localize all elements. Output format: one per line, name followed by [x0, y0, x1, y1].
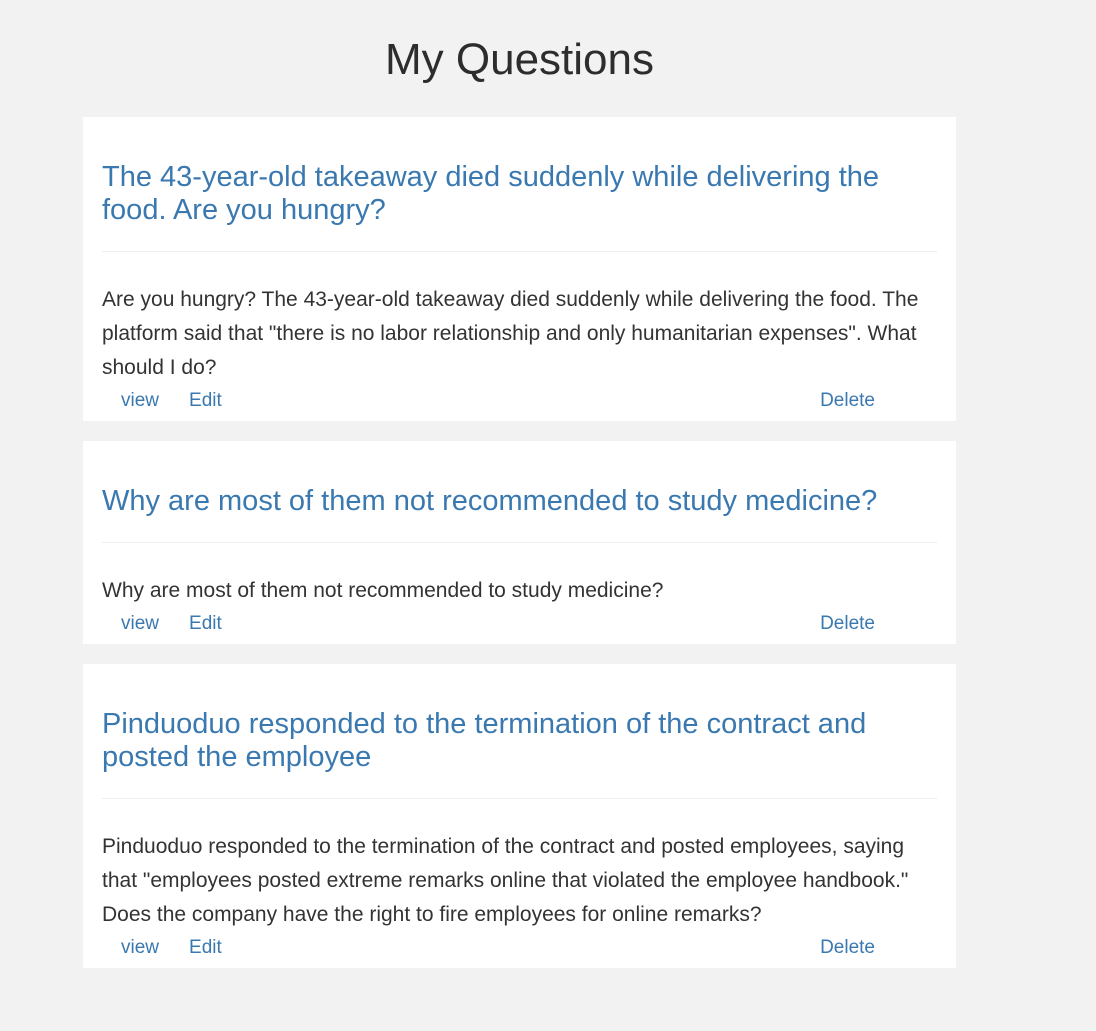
edit-link[interactable]: Edit: [189, 608, 222, 640]
edit-link[interactable]: Edit: [189, 932, 222, 964]
question-actions: view Edit Delete: [102, 385, 937, 421]
question-body: Pinduoduo responded to the termination o…: [102, 835, 909, 926]
question-list: The 43-year-old takeaway died suddenly w…: [83, 117, 956, 988]
question-card: Why are most of them not recommended to …: [83, 441, 956, 644]
question-actions: view Edit Delete: [102, 932, 937, 968]
view-link[interactable]: view: [121, 608, 159, 640]
edit-link[interactable]: Edit: [189, 385, 222, 417]
question-body: Why are most of them not recommended to …: [102, 579, 664, 602]
question-actions: view Edit Delete: [102, 608, 937, 644]
view-link[interactable]: view: [121, 385, 159, 417]
delete-link[interactable]: Delete: [820, 932, 875, 964]
delete-link[interactable]: Delete: [820, 385, 875, 417]
question-card: Pinduoduo responded to the termination o…: [83, 664, 956, 968]
question-title[interactable]: The 43-year-old takeaway died suddenly w…: [102, 117, 937, 252]
question-card: The 43-year-old takeaway died suddenly w…: [83, 117, 956, 421]
question-title[interactable]: Why are most of them not recommended to …: [102, 441, 937, 543]
view-link[interactable]: view: [121, 932, 159, 964]
page-title: My Questions: [385, 35, 654, 84]
question-title[interactable]: Pinduoduo responded to the termination o…: [102, 664, 937, 799]
delete-link[interactable]: Delete: [820, 608, 875, 640]
question-body: Are you hungry? The 43-year-old takeaway…: [102, 288, 919, 379]
